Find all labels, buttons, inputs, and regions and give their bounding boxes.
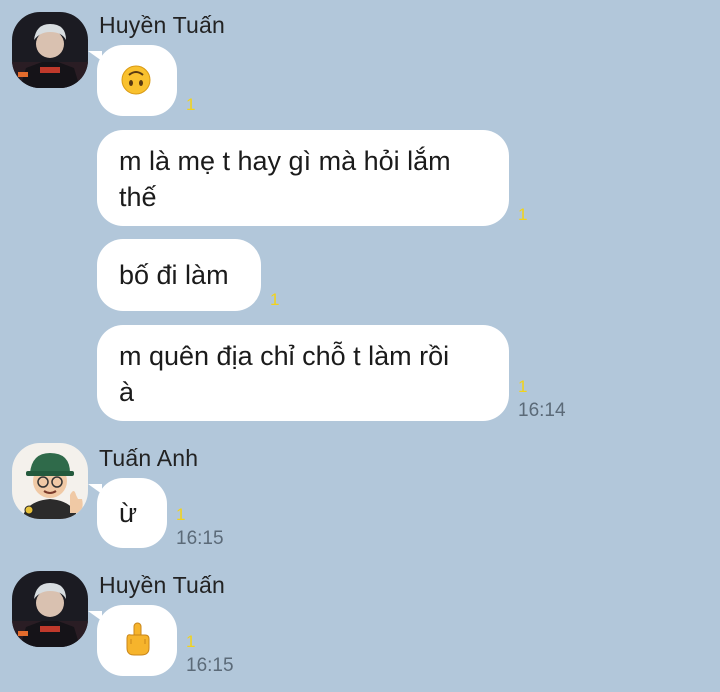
sender-name: Huyền Tuấn <box>99 12 226 38</box>
avatar-huyen-tuan[interactable] <box>12 12 88 88</box>
unread-count: 1 <box>186 95 196 114</box>
message-bubble[interactable]: bố đi làm <box>97 239 261 311</box>
middle-finger-emoji-icon <box>126 622 150 656</box>
sender-name: Huyền Tuấn <box>99 572 226 598</box>
unread-count: 1 <box>270 290 280 309</box>
unread-count: 1 <box>176 505 186 524</box>
message-text: bố đi làm <box>119 260 229 290</box>
message-timestamp: 16:15 <box>186 655 234 676</box>
message-bubble[interactable]: ừ <box>88 478 167 548</box>
avatar-tuan-anh[interactable] <box>12 443 88 519</box>
message-bubble[interactable]: m là mẹ t hay gì mà hỏi lắm thế <box>97 130 509 226</box>
unread-count: 1 <box>186 632 196 651</box>
message-bubble[interactable] <box>88 605 177 676</box>
message-text: ừ <box>119 498 138 528</box>
message-bubble[interactable]: m quên địa chỉ chỗ t làm rồi à <box>97 325 509 421</box>
message-text: thế <box>119 182 157 212</box>
upside-down-face-emoji-icon <box>121 65 151 95</box>
message-text: m quên địa chỉ chỗ t làm rồi <box>119 341 450 371</box>
sender-name: Tuấn Anh <box>99 445 199 471</box>
avatar-huyen-tuan[interactable] <box>12 571 88 647</box>
unread-count: 1 <box>518 205 528 224</box>
unread-count: 1 <box>518 377 528 396</box>
message-text: à <box>119 377 135 407</box>
message-timestamp: 16:14 <box>518 400 566 421</box>
message-timestamp: 16:15 <box>176 528 224 549</box>
message-text: m là mẹ t hay gì mà hỏi lắm <box>119 146 451 176</box>
message-bubble[interactable] <box>88 45 177 116</box>
